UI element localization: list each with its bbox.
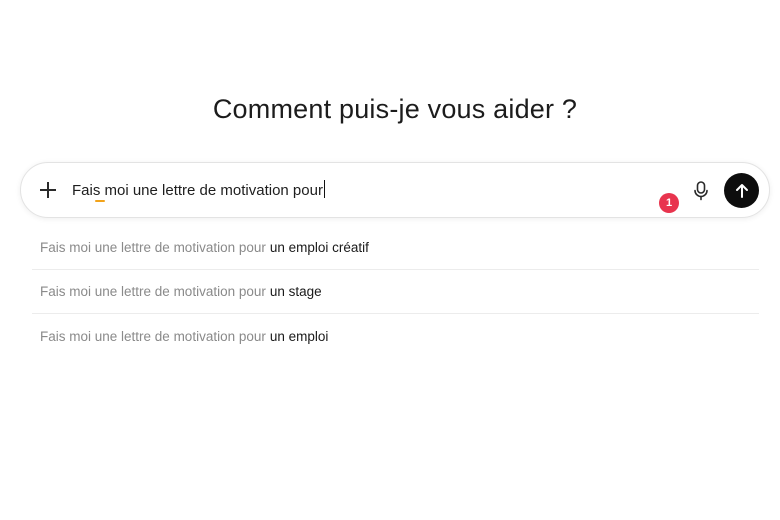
- text-caret: [323, 180, 325, 198]
- suggestion-prefix: Fais moi une lettre de motivation pour: [40, 328, 266, 344]
- microphone-icon[interactable]: [691, 180, 711, 202]
- suggestion-completion: un emploi: [269, 328, 329, 344]
- suggestion-item[interactable]: Fais moi une lettre de motivation pour u…: [32, 270, 759, 314]
- suggestion-completion: un emploi créatif: [269, 240, 369, 255]
- page-title: Comment puis-je vous aider ?: [212, 94, 578, 124]
- suggestion-item[interactable]: Fais moi une lettre de motivation pour u…: [32, 226, 759, 270]
- suggestion-list: Fais moi une lettre de motivation pour u…: [32, 226, 759, 358]
- send-button[interactable]: [724, 173, 759, 208]
- suggestion-prefix: Fais moi une lettre de motivation pour: [40, 240, 266, 255]
- plus-icon[interactable]: [38, 180, 58, 200]
- chat-start-page: Comment puis-je vous aider ? Fais moi un…: [0, 0, 780, 520]
- prompt-input[interactable]: Fais moi une lettre de motivation pour: [72, 180, 325, 202]
- spellcheck-underline: [95, 200, 105, 202]
- arrow-up-icon: [735, 183, 748, 198]
- suggestion-completion: un stage: [269, 284, 322, 299]
- prompt-input-text: Fais moi une lettre de motivation pour: [72, 182, 323, 199]
- suggestion-prefix: Fais moi une lettre de motivation pour: [40, 284, 266, 299]
- notification-badge[interactable]: 1: [659, 193, 679, 213]
- prompt-composer: Fais moi une lettre de motivation pour 1: [20, 162, 770, 218]
- suggestion-item[interactable]: Fais moi une lettre de motivation pour u…: [32, 314, 759, 358]
